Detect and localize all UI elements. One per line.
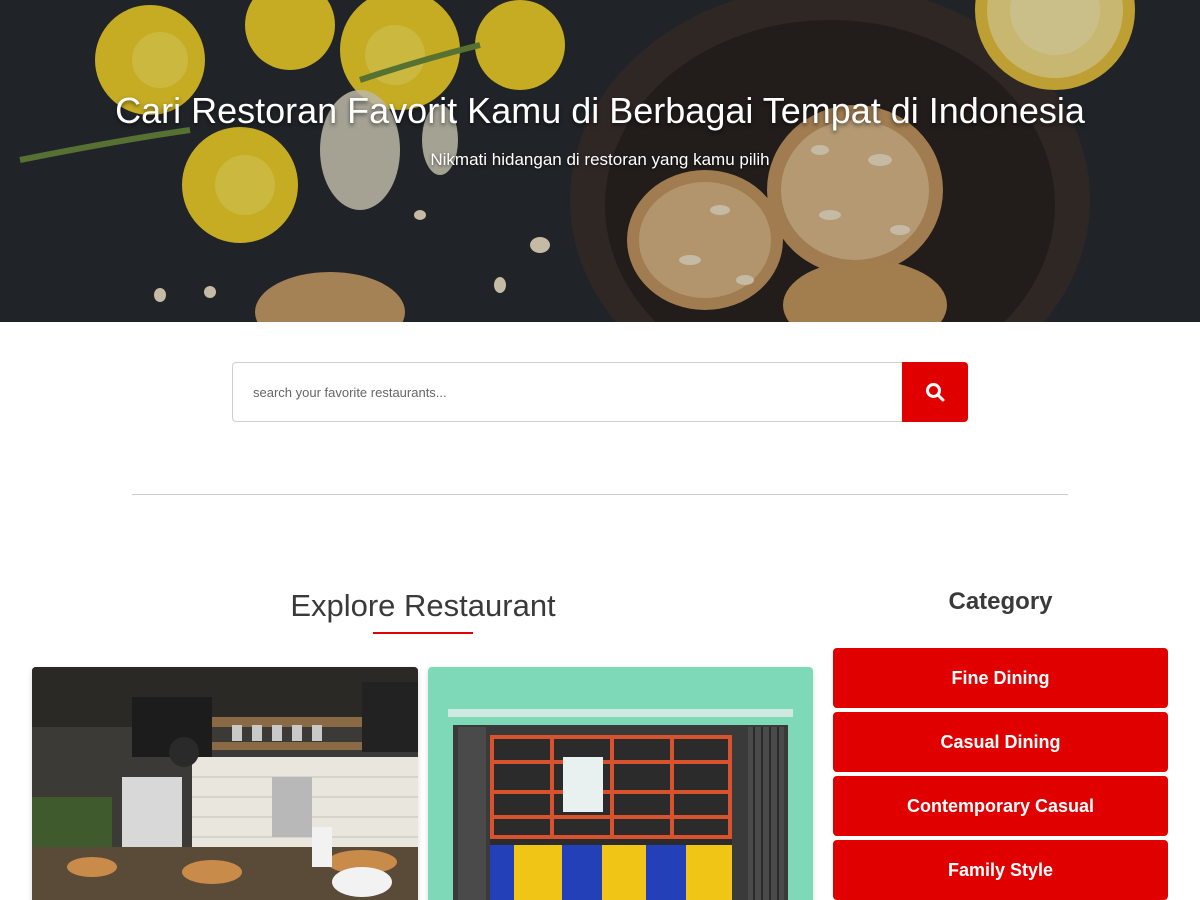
section-divider: [132, 494, 1068, 495]
category-button-contemporary-casual[interactable]: Contemporary Casual: [833, 776, 1168, 836]
restaurant-image: [32, 667, 418, 900]
category-title: Category: [948, 588, 1053, 615]
category-button-family-style[interactable]: Family Style: [833, 840, 1168, 900]
explore-title: Explore Restaurant: [290, 588, 556, 623]
hero-subtitle: Nikmati hidangan di restoran yang kamu p…: [430, 150, 770, 169]
category-list: Fine Dining Casual Dining Contemporary C…: [833, 648, 1168, 900]
restaurant-card[interactable]: [32, 667, 418, 900]
restaurant-card[interactable]: [428, 667, 813, 900]
search-icon: [926, 383, 945, 402]
restaurant-image: [428, 667, 813, 900]
search-form: [232, 362, 968, 422]
search-button[interactable]: [902, 362, 968, 422]
explore-title-underline: [373, 632, 473, 634]
hero-title: Cari Restoran Favorit Kamu di Berbagai T…: [115, 90, 1085, 131]
hero-banner: Cari Restoran Favorit Kamu di Berbagai T…: [0, 0, 1200, 322]
category-button-casual-dining[interactable]: Casual Dining: [833, 712, 1168, 772]
category-button-fine-dining[interactable]: Fine Dining: [833, 648, 1168, 708]
search-input[interactable]: [232, 362, 902, 422]
